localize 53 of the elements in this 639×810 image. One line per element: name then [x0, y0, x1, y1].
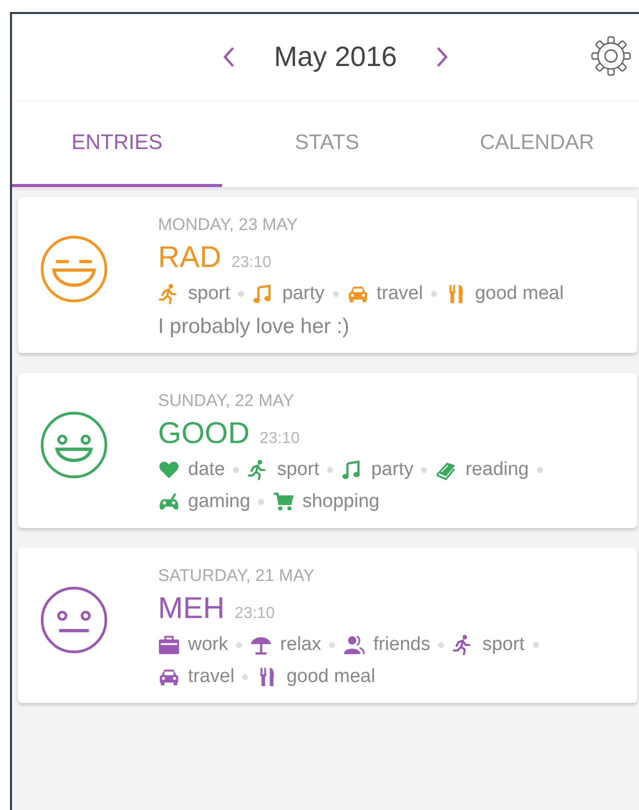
- activity-label: work: [188, 634, 228, 656]
- entry-time: 23:10: [260, 430, 300, 448]
- activity-label: sport: [276, 459, 320, 481]
- heart-icon: [158, 459, 180, 481]
- activity-label: reading: [465, 459, 529, 481]
- briefcase-icon: [158, 634, 180, 656]
- mood-label: RAD: [158, 241, 222, 275]
- separator-dot: [438, 642, 444, 648]
- separator-dot: [258, 499, 264, 505]
- entry-date: SATURDAY, 21 MAY: [158, 566, 316, 586]
- separator-dot: [329, 642, 336, 648]
- chevron-right-icon: [434, 46, 449, 68]
- separator-dot: [238, 291, 244, 297]
- mood-label: MEH: [158, 592, 225, 626]
- entry-card[interactable]: SATURDAY, 21 MAY MEH 23:10 work relax friends sport travel good meal: [18, 548, 637, 703]
- separator-dot: [536, 467, 543, 473]
- activity-label: good meal: [286, 666, 376, 688]
- chevron-left-icon: [222, 46, 236, 68]
- settings-icon[interactable]: [589, 34, 633, 78]
- activity-label: sport: [188, 283, 230, 305]
- activity-label: party: [371, 459, 414, 481]
- entry-card[interactable]: MONDAY, 23 MAY RAD 23:10 sport party travel good meal I probably love her :): [18, 197, 637, 353]
- mood-label: GOOD: [158, 417, 250, 451]
- entry-card[interactable]: SUNDAY, 22 MAY GOOD 23:10 date sport party reading gaming shopping: [18, 373, 637, 528]
- entry-note: I probably love her :): [158, 315, 350, 339]
- separator-dot: [232, 467, 239, 473]
- tab[interactable]: CALENDAR: [432, 101, 639, 187]
- entry-date: MONDAY, 23 MAY: [158, 215, 299, 235]
- activity-label: date: [188, 459, 225, 481]
- separator-dot: [532, 642, 539, 648]
- separator-dot: [332, 291, 338, 297]
- entry-time: 23:10: [234, 605, 275, 623]
- entry-time: 23:10: [231, 254, 272, 272]
- separator-dot: [430, 291, 437, 297]
- tab[interactable]: STATS: [222, 101, 432, 187]
- activity-label: relax: [280, 634, 322, 656]
- separator-dot: [236, 642, 242, 648]
- activity-label: travel: [376, 283, 423, 305]
- entry-date: SUNDAY, 22 MAY: [158, 391, 296, 411]
- activity-label: friends: [373, 634, 430, 656]
- people-icon: [343, 634, 366, 656]
- beach-umbrella-icon: [250, 634, 272, 656]
- activity-label: party: [282, 283, 324, 305]
- month-title: May 2016: [274, 41, 397, 73]
- separator-dot: [327, 467, 334, 473]
- activity-label: shopping: [302, 491, 380, 513]
- activity-label: gaming: [188, 491, 250, 513]
- activity-label: sport: [482, 634, 525, 656]
- activity-label: travel: [188, 666, 234, 688]
- activity-label: good meal: [474, 283, 564, 305]
- separator-dot: [242, 674, 248, 680]
- separator-dot: [421, 467, 428, 473]
- cart-icon: [272, 491, 294, 513]
